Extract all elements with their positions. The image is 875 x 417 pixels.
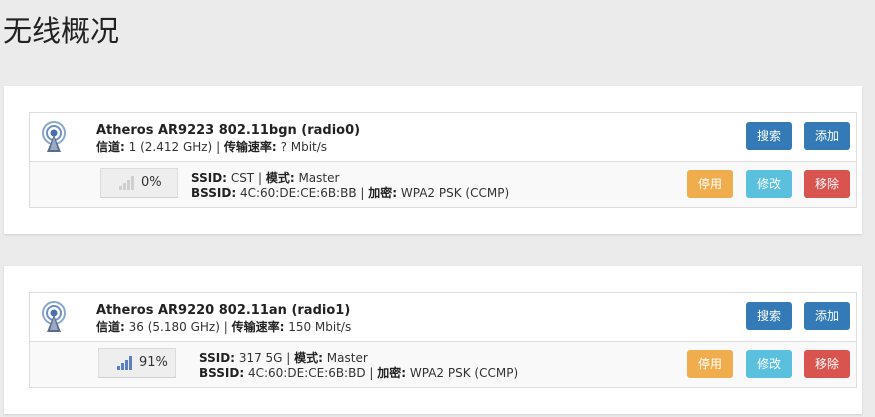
radio-title: Atheros AR9220 802.11an (radio1) [96, 303, 351, 318]
radio-info: 信道: 1 (2.412 GHz) | 传输速率: ? Mbit/s [96, 140, 328, 154]
scan-button[interactable]: 搜索 [746, 122, 792, 150]
network-row: 91% SSID: 317 5G | 模式: Master BSSID: 4C:… [30, 342, 856, 387]
disable-button[interactable]: 停用 [687, 170, 733, 198]
signal-badge: 0% [100, 168, 178, 198]
signal-percent: 91% [139, 355, 168, 370]
encryption-label: 加密: [377, 366, 407, 380]
bssid-value: 4C:60:DE:CE:6B:BB [239, 186, 357, 200]
signal-bar [125, 360, 128, 370]
signal-bar [117, 366, 120, 370]
disable-button[interactable]: 停用 [687, 350, 733, 378]
rate-label: 传输速率: [231, 320, 285, 334]
bssid-line: BSSID: 4C:60:DE:CE:6B:BD | 加密: WPA2 PSK … [199, 366, 519, 380]
channel-label: 信道: [96, 320, 125, 334]
radio-title: Atheros AR9223 802.11bgn (radio0) [96, 123, 361, 138]
bssid-label: BSSID: [199, 366, 245, 380]
encryption-value: WPA2 PSK (CCMP) [409, 366, 519, 380]
channel-value: 36 (5.180 GHz) [128, 320, 220, 334]
mode-label: 模式: [265, 171, 295, 185]
radio-card: Atheros AR9223 802.11bgn (radio0) 信道: 1 … [4, 86, 862, 234]
signal-strength-icon [119, 176, 134, 190]
radio-table: Atheros AR9223 802.11bgn (radio0) 信道: 1 … [29, 112, 857, 208]
network-row: 0% SSID: CST | 模式: Master BSSID: 4C:60:D… [30, 162, 856, 207]
signal-strength-icon [117, 356, 132, 370]
add-network-button[interactable]: 添加 [804, 122, 850, 150]
bssid-line: BSSID: 4C:60:DE:CE:6B:BB | 加密: WPA2 PSK … [191, 186, 510, 200]
signal-bar [123, 183, 126, 190]
wifi-radio-icon [42, 301, 66, 332]
edit-button[interactable]: 修改 [746, 170, 792, 198]
radio-row: Atheros AR9220 802.11an (radio1) 信道: 36 … [30, 293, 856, 342]
remove-button[interactable]: 移除 [804, 350, 850, 378]
signal-bar [131, 176, 134, 190]
remove-button[interactable]: 移除 [804, 170, 850, 198]
encryption-label: 加密: [368, 186, 398, 200]
ssid-label: SSID: [191, 171, 227, 185]
ssid-value: CST [230, 171, 255, 185]
bssid-value: 4C:60:DE:CE:6B:BD [247, 366, 366, 380]
mode-label: 模式: [294, 351, 323, 365]
channel-label: 信道: [96, 140, 125, 154]
rate-label: 传输速率: [223, 140, 277, 154]
mode-value: Master [326, 351, 368, 365]
edit-button[interactable]: 修改 [746, 350, 792, 378]
add-network-button[interactable]: 添加 [804, 302, 850, 330]
scan-button[interactable]: 搜索 [746, 302, 792, 330]
radio-table: Atheros AR9220 802.11an (radio1) 信道: 36 … [29, 292, 857, 388]
encryption-value: WPA2 PSK (CCMP) [400, 186, 510, 200]
ssid-label: SSID: [199, 351, 235, 365]
signal-bar [121, 363, 124, 370]
bssid-label: BSSID: [191, 186, 237, 200]
page-title: 无线概况 [3, 14, 120, 48]
rate-value: 150 Mbit/s [288, 320, 352, 334]
radio-info: 信道: 36 (5.180 GHz) | 传输速率: 150 Mbit/s [96, 320, 352, 334]
radio-row: Atheros AR9223 802.11bgn (radio0) 信道: 1 … [30, 113, 856, 162]
ssid-value: 317 5G [238, 351, 283, 365]
signal-badge: 91% [98, 348, 176, 378]
mode-value: Master [298, 171, 340, 185]
signal-percent: 0% [141, 175, 162, 190]
radio-card: Atheros AR9220 802.11an (radio1) 信道: 36 … [4, 266, 862, 414]
wifi-radio-icon [42, 121, 66, 152]
signal-bar [127, 180, 130, 190]
channel-value: 1 (2.412 GHz) [128, 140, 213, 154]
signal-bar [119, 186, 122, 190]
signal-bar [129, 356, 132, 370]
rate-value: ? Mbit/s [280, 140, 328, 154]
